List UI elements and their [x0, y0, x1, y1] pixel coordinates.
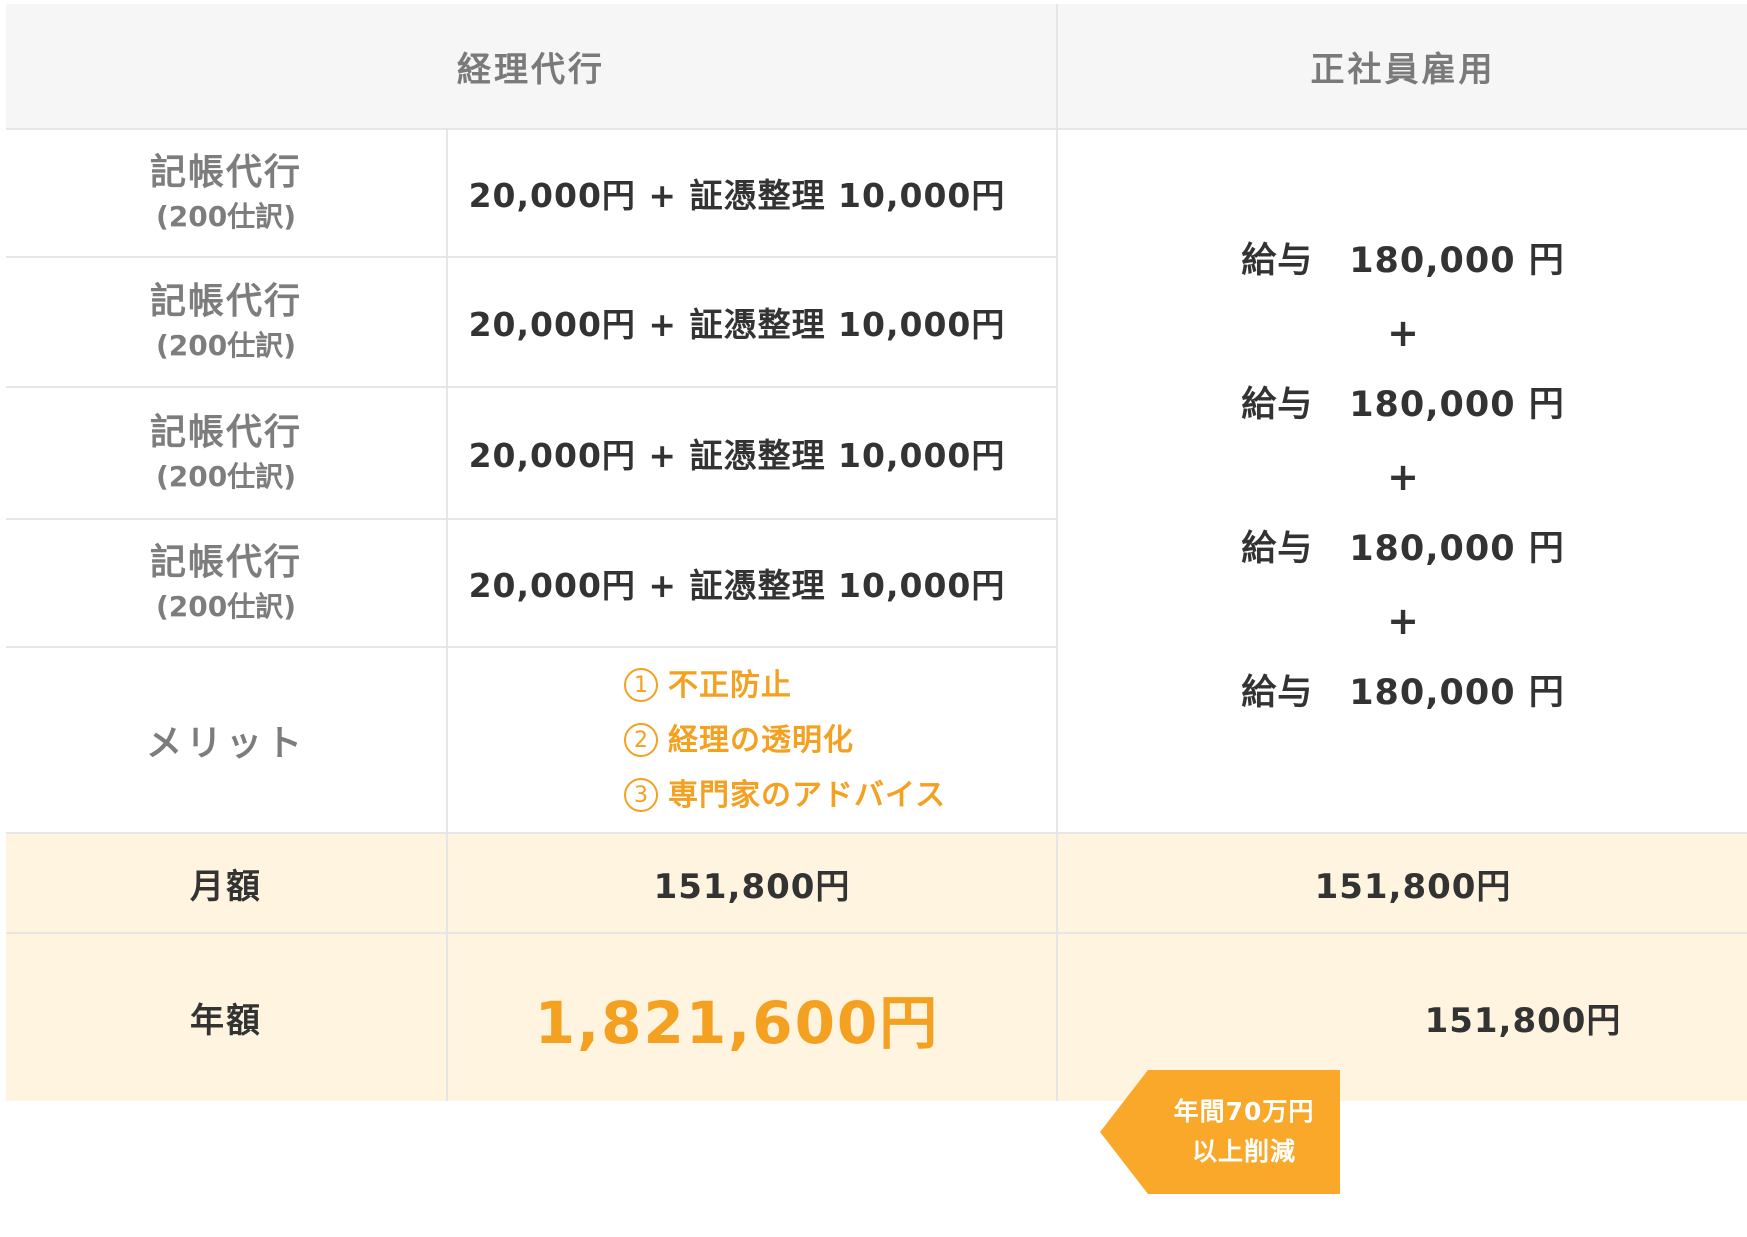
circled-number: 1	[624, 668, 658, 702]
plus-sign: +	[1387, 599, 1419, 643]
row-label: 記帳代行 (200仕訳)	[6, 518, 446, 646]
row-label-main: 記帳代行	[149, 281, 302, 322]
merit-label: メリット	[6, 646, 446, 832]
plus-sign: +	[1387, 311, 1419, 355]
row-fee: 20,000円 + 証憑整理 10,000円	[446, 128, 1056, 256]
annual-outsource: 1,821,600円	[446, 932, 1056, 1101]
monthly-employee: 151,800円	[1056, 832, 1747, 932]
monthly-outsource: 151,800円	[446, 832, 1056, 932]
annual-label: 年額	[6, 932, 446, 1101]
header-outsource: 経理代行	[6, 4, 1056, 128]
merit-item: 2 経理の透明化	[624, 713, 854, 768]
badge-line-1: 年間70万円	[1173, 1097, 1315, 1126]
merit-item: 3 専門家のアドバイス	[624, 768, 946, 823]
comparison-table: 経理代行 正社員雇用 記帳代行 (200仕訳) 20,000円 + 証憑整理 1…	[6, 4, 1747, 1229]
salary-line: 給与 180,000 円	[1241, 673, 1565, 713]
row-label-sub: (200仕訳)	[155, 200, 297, 233]
savings-badge: 年間70万円 以上削減	[1100, 1070, 1340, 1194]
row-fee: 20,000円 + 証憑整理 10,000円	[446, 386, 1056, 518]
row-label: 記帳代行 (200仕訳)	[6, 386, 446, 518]
plus-sign: +	[1387, 455, 1419, 499]
salary-line: 給与 180,000 円	[1241, 385, 1565, 425]
row-label-sub: (200仕訳)	[155, 329, 297, 362]
merit-list: 1 不正防止 2 経理の透明化 3 専門家のアドバイス	[446, 646, 1056, 832]
row-label-sub: (200仕訳)	[155, 460, 297, 493]
row-label: 記帳代行 (200仕訳)	[6, 128, 446, 256]
header-employee: 正社員雇用	[1056, 4, 1747, 128]
employee-salary: 給与 180,000 円 + 給与 180,000 円 + 給与 180,000…	[1056, 128, 1747, 832]
circled-number: 2	[624, 723, 658, 757]
circled-number: 3	[624, 778, 658, 812]
merit-text: 不正防止	[668, 667, 792, 703]
badge-line-2: 以上削減	[1191, 1137, 1296, 1166]
row-label-main: 記帳代行	[149, 542, 302, 583]
merit-text: 専門家のアドバイス	[668, 777, 947, 813]
salary-line: 給与 180,000 円	[1241, 241, 1565, 281]
salary-line: 給与 180,000 円	[1241, 529, 1565, 569]
merit-item: 1 不正防止	[624, 658, 792, 713]
row-fee: 20,000円 + 証憑整理 10,000円	[446, 518, 1056, 646]
monthly-label: 月額	[6, 832, 446, 932]
row-label-main: 記帳代行	[149, 412, 302, 453]
row-label-sub: (200仕訳)	[155, 590, 297, 623]
merit-text: 経理の透明化	[668, 722, 854, 758]
row-label-main: 記帳代行	[149, 152, 302, 193]
row-label: 記帳代行 (200仕訳)	[6, 256, 446, 386]
row-fee: 20,000円 + 証憑整理 10,000円	[446, 256, 1056, 386]
badge-text: 年間70万円 以上削減	[1148, 1070, 1340, 1194]
